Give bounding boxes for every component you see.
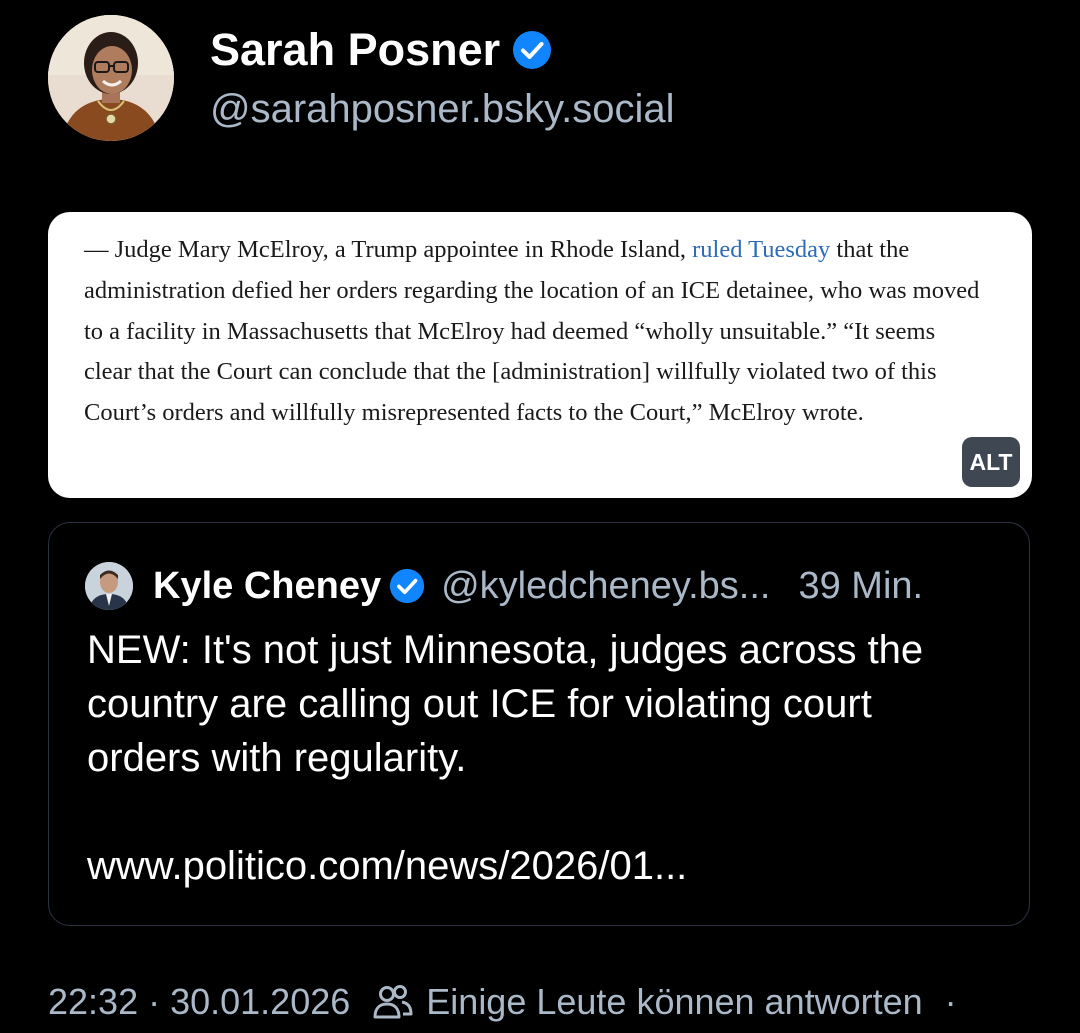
- alt-text-button[interactable]: ALT: [962, 437, 1020, 487]
- post-image-card[interactable]: — Judge Mary McElroy, a Trump appointee …: [48, 212, 1032, 498]
- display-name-row: Sarah Posner: [210, 27, 552, 72]
- quoted-post-header: Kyle Cheney @kyledcheney.bs... 39 Min.: [85, 559, 923, 613]
- quoted-post-timestamp[interactable]: 39 Min.: [798, 565, 923, 608]
- author-avatar[interactable]: [48, 15, 174, 141]
- post-header: Sarah Posner @sarahposner.bsky.social: [48, 15, 1038, 143]
- post-time: 22:32: [48, 981, 139, 1022]
- verified-checkmark-icon[interactable]: [512, 30, 552, 70]
- quoted-post-link[interactable]: www.politico.com/news/2026/01...: [87, 839, 687, 893]
- quoted-author-handle[interactable]: @kyledcheney.bs...: [441, 565, 770, 608]
- meta-separator: ·: [148, 981, 161, 1022]
- post-date: 30.01.2026: [170, 981, 351, 1022]
- quoted-author-avatar[interactable]: [85, 562, 133, 610]
- quoted-post-text: NEW: It's not just Minnesota, judges acr…: [87, 628, 924, 780]
- quoted-author-display-name[interactable]: Kyle Cheney: [153, 565, 381, 608]
- verified-checkmark-icon[interactable]: [389, 568, 425, 604]
- quote-inline-link: ruled Tuesday: [692, 236, 831, 263]
- meta-separator: ·: [944, 981, 957, 1022]
- reply-setting-label[interactable]: Einige Leute können antworten: [426, 981, 922, 1023]
- image-quote-text: — Judge Mary McElroy, a Trump appointee …: [84, 230, 984, 434]
- author-handle[interactable]: @sarahposner.bsky.social: [210, 87, 675, 131]
- quoted-post[interactable]: Kyle Cheney @kyledcheney.bs... 39 Min. N…: [48, 522, 1030, 926]
- post-meta-footer: 22:32 · 30.01.2026 Einige Leute können a…: [48, 976, 957, 1028]
- author-display-name[interactable]: Sarah Posner: [210, 27, 500, 72]
- quote-text-lead: — Judge Mary McElroy, a Trump appointee …: [84, 236, 693, 263]
- quote-text-rest: that the administration defied her order…: [84, 236, 980, 427]
- people-icon: [372, 981, 414, 1023]
